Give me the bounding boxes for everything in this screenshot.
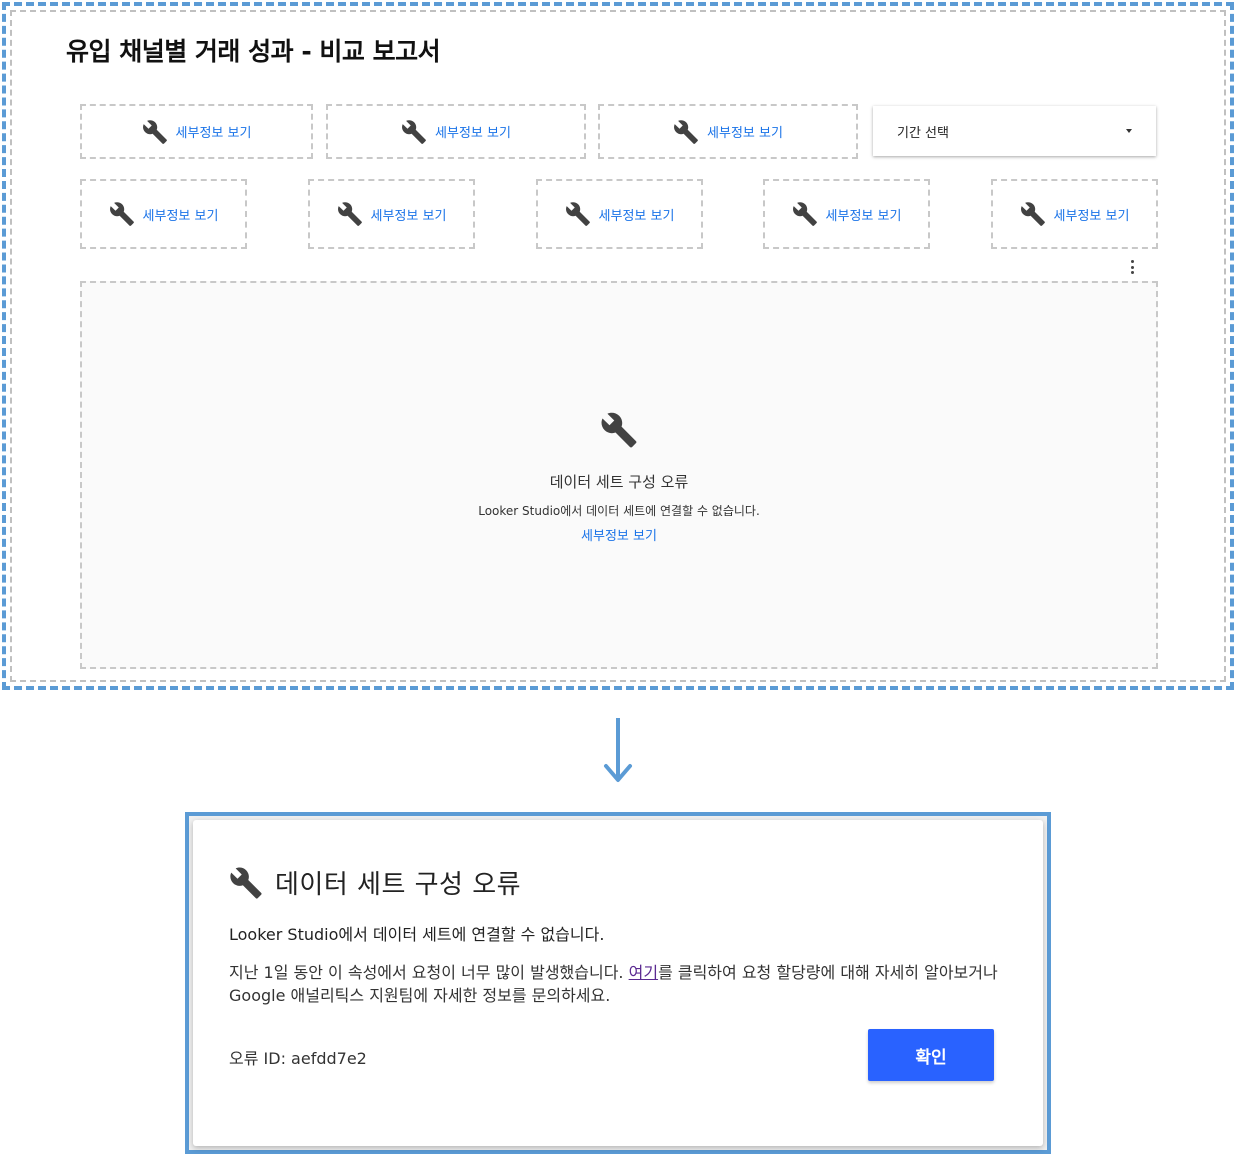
arrow-down-icon (604, 718, 632, 782)
view-details-link[interactable]: 세부정보 보기 (826, 205, 902, 224)
view-details-link[interactable]: 세부정보 보기 (581, 529, 657, 544)
broken-widget-tile: 세부정보 보기 (326, 104, 586, 159)
view-details-link[interactable]: 세부정보 보기 (707, 122, 783, 141)
panel-error-message: Looker Studio에서 데이터 세트에 연결할 수 없습니다. (478, 504, 760, 518)
view-details-link[interactable]: 세부정보 보기 (371, 205, 447, 224)
panel-error-title: 데이터 세트 구성 오류 (549, 473, 689, 491)
broken-widget-tile: 세부정보 보기 (763, 179, 930, 249)
wrench-icon (565, 201, 591, 227)
wrench-icon (109, 201, 135, 227)
error-dialog: 데이터 세트 구성 오류 Looker Studio에서 데이터 세트에 연결할… (193, 820, 1043, 1146)
error-dialog-frame: 데이터 세트 구성 오류 Looker Studio에서 데이터 세트에 연결할… (185, 812, 1051, 1154)
dialog-message: Looker Studio에서 데이터 세트에 연결할 수 없습니다. (229, 925, 605, 944)
broken-widget-tile: 세부정보 보기 (80, 104, 313, 159)
broken-widget-tile: 세부정보 보기 (80, 179, 247, 249)
wrench-icon (337, 201, 363, 227)
broken-widget-tile: 세부정보 보기 (598, 104, 858, 159)
error-id: 오류 ID: aefdd7e2 (229, 1049, 367, 1068)
wrench-icon (1020, 201, 1046, 227)
view-details-link[interactable]: 세부정보 보기 (1054, 205, 1130, 224)
wrench-icon (229, 866, 263, 900)
broken-widget-tile: 세부정보 보기 (991, 179, 1158, 249)
wrench-icon (401, 119, 427, 145)
more-vert-icon[interactable] (1129, 260, 1135, 274)
quota-info-link[interactable]: 여기 (629, 963, 658, 982)
wrench-icon (792, 201, 818, 227)
dialog-detail: 지난 1일 동안 이 속성에서 요청이 너무 많이 발생했습니다. 여기를 클릭… (229, 961, 1019, 1007)
date-range-label: 기간 선택 (897, 125, 949, 141)
caret-down-icon (1126, 129, 1132, 133)
wrench-icon (673, 119, 699, 145)
view-details-link[interactable]: 세부정보 보기 (599, 205, 675, 224)
wrench-icon (600, 411, 638, 449)
report-title: 유입 채널별 거래 성과 - 비교 보고서 (66, 37, 441, 66)
view-details-link[interactable]: 세부정보 보기 (435, 122, 511, 141)
confirm-button[interactable]: 확인 (868, 1029, 994, 1081)
broken-widget-tile: 세부정보 보기 (308, 179, 475, 249)
date-range-selector[interactable]: 기간 선택 (873, 106, 1156, 156)
dialog-title: 데이터 세트 구성 오류 (275, 870, 522, 900)
wrench-icon (142, 119, 168, 145)
broken-widget-tile: 세부정보 보기 (536, 179, 703, 249)
dialog-detail-text: 지난 1일 동안 이 속성에서 요청이 너무 많이 발생했습니다. (229, 963, 629, 982)
view-details-link[interactable]: 세부정보 보기 (176, 122, 252, 141)
view-details-link[interactable]: 세부정보 보기 (143, 205, 219, 224)
broken-chart-panel: 데이터 세트 구성 오류 Looker Studio에서 데이터 세트에 연결할… (80, 281, 1158, 669)
